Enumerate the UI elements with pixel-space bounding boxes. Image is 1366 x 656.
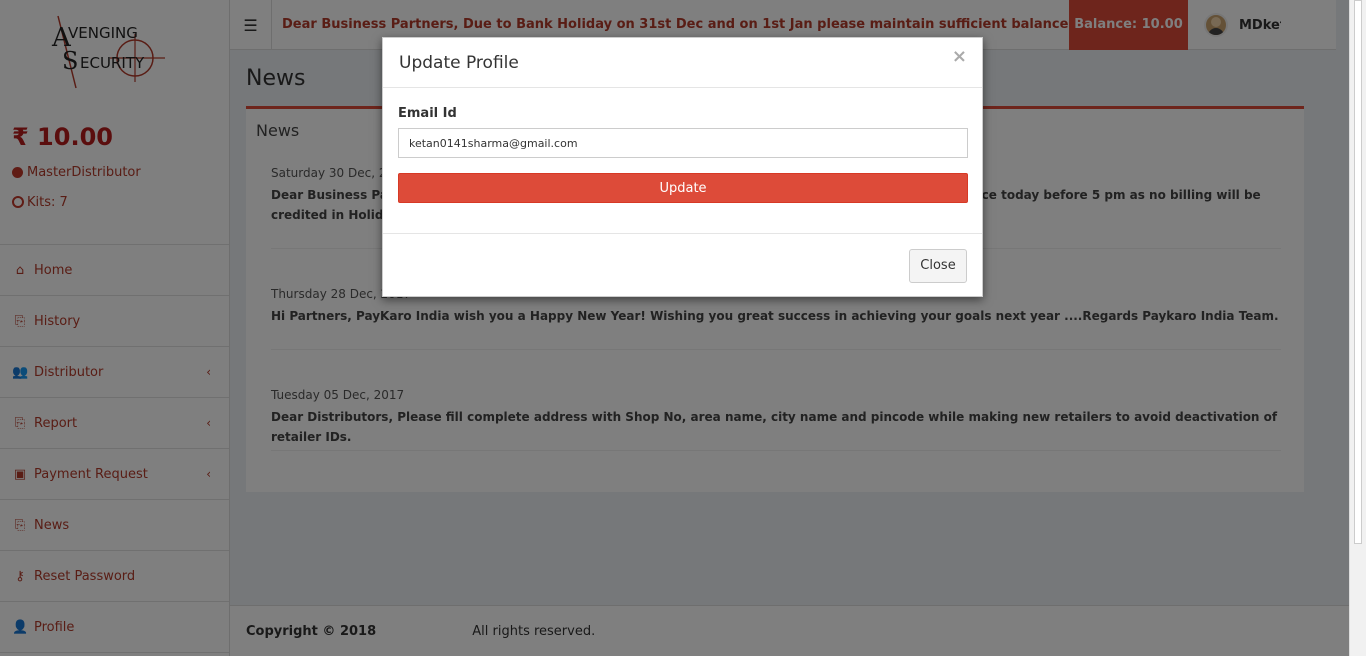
close-button[interactable]: Close [909,249,967,283]
email-field[interactable] [398,128,968,158]
modal-body: Email Id Update [383,88,982,234]
modal-footer: Close [383,234,982,296]
modal-title: Update Profile [399,52,519,73]
modal-header: Update Profile × [383,38,982,88]
scrollbar-thumb[interactable] [1354,0,1362,544]
page-scrollbar[interactable] [1349,0,1366,656]
update-button[interactable]: Update [398,173,968,203]
update-profile-modal: Update Profile × Email Id Update Close [382,37,983,297]
close-icon[interactable]: × [952,46,967,67]
email-label: Email Id [398,106,457,121]
